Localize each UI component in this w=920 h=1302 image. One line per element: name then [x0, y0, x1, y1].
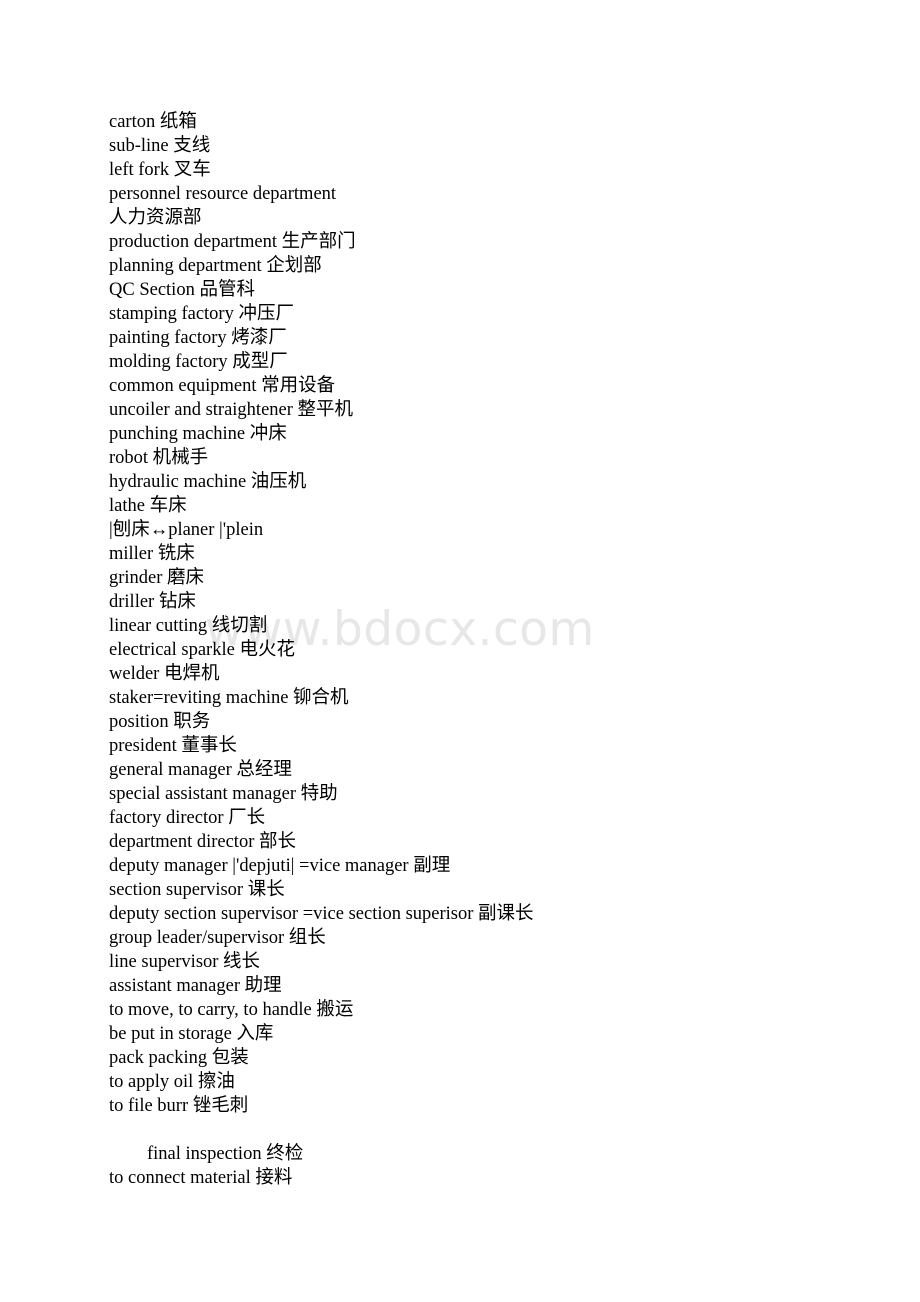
text-line: special assistant manager 特助	[109, 784, 338, 804]
text-line: punching machine 冲床	[109, 424, 287, 444]
text-line: uncoiler and straightener 整平机	[109, 400, 354, 420]
text-line: miller 铣床	[109, 544, 195, 564]
text-line: position 职务	[109, 712, 211, 732]
text-line: group leader/supervisor 组长	[109, 928, 326, 948]
text-line: molding factory 成型厂	[109, 352, 288, 372]
text-line: carton 纸箱	[109, 112, 197, 132]
text-line: general manager 总经理	[109, 760, 292, 780]
text-line: pack packing 包装	[109, 1048, 249, 1068]
text-line: president 董事长	[109, 736, 237, 756]
text-line: section supervisor 课长	[109, 880, 285, 900]
text-line: sub-line 支线	[109, 136, 211, 156]
text-line: final inspection 终检	[147, 1144, 304, 1164]
text-line: electrical sparkle 电火花	[109, 640, 295, 660]
text-line: planning department 企划部	[109, 256, 322, 276]
text-line: left fork 叉车	[109, 160, 211, 180]
text-line: QC Section 品管科	[109, 280, 255, 300]
text-line: department director 部长	[109, 832, 296, 852]
text-line: lathe 车床	[109, 496, 187, 516]
text-line: factory director 厂长	[109, 808, 266, 828]
text-line: common equipment 常用设备	[109, 376, 336, 396]
text-line: deputy section supervisor =vice section …	[109, 904, 534, 924]
text-line: to move, to carry, to handle 搬运	[109, 1000, 354, 1020]
text-line: grinder 磨床	[109, 568, 205, 588]
text-line: stamping factory 冲压厂	[109, 304, 294, 324]
text-line: 人力资源部	[109, 208, 202, 228]
text-line: assistant manager 助理	[109, 976, 282, 996]
text-line: hydraulic machine 油压机	[109, 472, 307, 492]
text-line: to apply oil 擦油	[109, 1072, 235, 1092]
text-line: deputy manager |'depjuti| =vice manager …	[109, 856, 451, 876]
text-line: to connect material 接料	[109, 1168, 293, 1188]
text-line: welder 电焊机	[109, 664, 220, 684]
text-line: personnel resource department	[109, 184, 337, 204]
text-line: production department 生产部门	[109, 232, 356, 252]
text-line: driller 钻床	[109, 592, 196, 612]
text-line: to file burr 锉毛刺	[109, 1096, 249, 1116]
text-line: robot 机械手	[109, 448, 209, 468]
text-line: staker=reviting machine 铆合机	[109, 688, 349, 708]
text-line: linear cutting 线切割	[109, 616, 268, 636]
text-line: be put in storage 入库	[109, 1024, 274, 1044]
text-line: painting factory 烤漆厂	[109, 328, 287, 348]
document-page: www.bdocx.com carton 纸箱 sub-line 支线 left f…	[0, 0, 920, 1302]
text-line: line supervisor 线长	[109, 952, 261, 972]
document-text-body: carton 纸箱 sub-line 支线 left fork 叉车 personne…	[109, 110, 879, 1190]
text-line: |刨床↔planer |'plein	[109, 520, 264, 540]
